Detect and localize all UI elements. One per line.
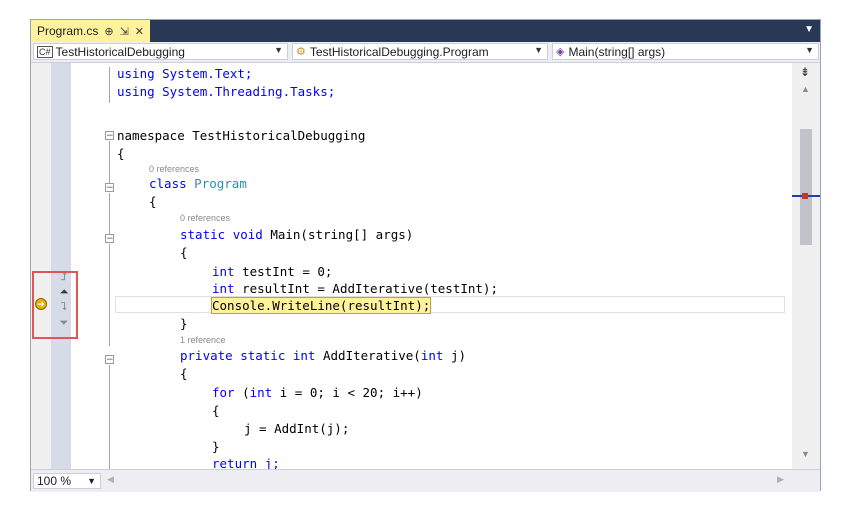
csharp-project-icon: C# xyxy=(37,45,53,58)
code-text: return j; xyxy=(212,456,280,469)
code-text: { xyxy=(117,146,125,161)
fold-guide xyxy=(109,141,110,183)
class-icon: ⚙ xyxy=(296,46,306,58)
zoom-dropdown[interactable]: 100 % ▼ xyxy=(33,473,101,489)
editor-status-bar: 100 % ▼ ◀ ▶ xyxy=(31,469,820,492)
split-window-icon[interactable]: ⇟ xyxy=(800,65,810,79)
code-text: testInt = 0; xyxy=(242,264,333,279)
pin-icon[interactable]: ⊕ xyxy=(104,25,113,38)
code-text: resultInt = AddIterative(testInt); xyxy=(242,281,498,296)
indicator-margin[interactable] xyxy=(31,63,51,469)
code-line: { xyxy=(180,244,188,262)
method-icon: ◈ xyxy=(556,46,565,58)
tab-title: Program.cs xyxy=(37,24,99,38)
collapse-additerative-icon[interactable]: − xyxy=(105,355,114,365)
code-line: } xyxy=(212,438,220,456)
code-text: using System.Threading.Tasks; xyxy=(117,84,336,99)
code-text: int xyxy=(212,264,235,279)
code-text: for xyxy=(212,385,235,400)
code-text: private static int xyxy=(180,348,316,363)
historical-debugging-bar xyxy=(51,63,71,469)
code-line: namespace TestHistoricalDebugging xyxy=(117,127,365,145)
code-text: i = 0; i < 20; i++) xyxy=(279,385,423,400)
navigation-bar: C# TestHistoricalDebugging ▼ ⚙ TestHisto… xyxy=(31,42,820,63)
code-text: class xyxy=(149,176,187,191)
tab-program-cs[interactable]: Program.cs ⊕ ⇲ ✕ xyxy=(31,20,151,42)
code-line: } xyxy=(180,315,188,333)
code-text: int xyxy=(212,281,235,296)
fold-guide xyxy=(109,365,110,469)
project-dropdown[interactable]: C# TestHistoricalDebugging ▼ xyxy=(33,43,288,60)
code-line: { xyxy=(149,193,157,211)
code-text: } xyxy=(212,439,220,454)
chevron-down-icon: ▼ xyxy=(805,45,814,55)
code-text: { xyxy=(212,403,220,418)
chevron-down-icon: ▼ xyxy=(534,45,543,55)
code-text: int xyxy=(420,348,444,363)
code-line: int testInt = 0; xyxy=(212,263,332,281)
scroll-down-icon[interactable]: ▼ xyxy=(801,449,810,459)
code-line: class Program xyxy=(149,175,247,193)
code-line: j = AddInt(j); xyxy=(244,420,349,438)
scroll-thumb[interactable] xyxy=(800,129,812,245)
code-text: namespace TestHistoricalDebugging xyxy=(117,128,366,143)
code-text: static xyxy=(180,227,226,242)
fold-guide xyxy=(109,193,110,234)
code-text: Program xyxy=(194,176,247,191)
type-dropdown-label: TestHistoricalDebugging.Program xyxy=(309,44,489,59)
close-icon[interactable]: ✕ xyxy=(135,25,144,38)
breakpoint-marker xyxy=(802,193,808,199)
chevron-down-icon: ▼ xyxy=(274,45,283,55)
chevron-down-icon: ▼ xyxy=(87,476,96,486)
code-text: Main(string[] args) xyxy=(270,227,414,242)
code-text-area[interactable]: using System.Text; using System.Threadin… xyxy=(115,63,793,469)
collapse-main-icon[interactable]: − xyxy=(105,234,114,244)
code-line: using System.Text; xyxy=(117,65,252,83)
code-text: using System.Text; xyxy=(117,66,253,81)
current-statement-highlight: Console.WriteLine(resultInt); xyxy=(210,297,432,314)
code-text: int xyxy=(249,385,273,400)
scroll-right-icon[interactable]: ▶ xyxy=(777,474,784,485)
code-text: ( xyxy=(242,385,250,400)
code-text: { xyxy=(149,194,157,209)
scroll-up-icon[interactable]: ▲ xyxy=(801,84,810,94)
code-text: j = AddInt(j); xyxy=(244,421,350,436)
fold-guide xyxy=(109,244,110,346)
member-dropdown[interactable]: ◈ Main(string[] args) ▼ xyxy=(552,43,819,60)
code-line: using System.Threading.Tasks; xyxy=(117,83,335,101)
code-line: static void Main(string[] args) xyxy=(180,226,413,244)
code-text: j) xyxy=(450,348,467,363)
tab-list-dropdown-icon[interactable]: ▼ xyxy=(804,24,814,35)
code-editor[interactable]: − − − − using System.Text; using System.… xyxy=(31,63,793,469)
codelens-references[interactable]: 0 references xyxy=(180,212,230,224)
codelens-references[interactable]: 0 references xyxy=(149,163,199,175)
project-dropdown-label: TestHistoricalDebugging xyxy=(55,44,185,59)
code-line: { xyxy=(117,145,125,163)
code-line: int resultInt = AddIterative(testInt); xyxy=(212,280,498,298)
zoom-level: 100 % xyxy=(37,474,72,488)
highlight-box xyxy=(32,271,78,339)
member-dropdown-label: Main(string[] args) xyxy=(568,44,666,59)
code-text: AddIterative( xyxy=(323,348,421,363)
code-line: private static int AddIterative(int j) xyxy=(180,347,466,365)
scroll-left-icon[interactable]: ◀ xyxy=(107,474,114,485)
code-line: { xyxy=(180,365,188,383)
code-text: { xyxy=(180,245,188,260)
code-line: { xyxy=(212,402,220,420)
collapse-class-icon[interactable]: − xyxy=(105,183,114,193)
code-text: { xyxy=(180,366,188,381)
code-text: } xyxy=(180,316,188,331)
fold-guide xyxy=(109,67,110,103)
code-line: for (int i = 0; i < 20; i++) xyxy=(212,384,423,402)
codelens-references[interactable]: 1 reference xyxy=(180,334,226,346)
document-tab-bar: Program.cs ⊕ ⇲ ✕ ▼ xyxy=(31,20,820,42)
code-line-current: Console.WriteLine(resultInt); xyxy=(210,297,432,315)
dock-icon[interactable]: ⇲ xyxy=(120,25,129,38)
collapse-namespace-icon[interactable]: − xyxy=(105,131,114,141)
code-text: void xyxy=(232,227,263,242)
type-dropdown[interactable]: ⚙ TestHistoricalDebugging.Program ▼ xyxy=(292,43,548,60)
editor-window: Program.cs ⊕ ⇲ ✕ ▼ C# TestHistoricalDebu… xyxy=(30,19,821,492)
code-line: return j; xyxy=(212,455,280,469)
vertical-scrollbar[interactable]: ⇟ ▲ ▼ xyxy=(792,63,820,469)
